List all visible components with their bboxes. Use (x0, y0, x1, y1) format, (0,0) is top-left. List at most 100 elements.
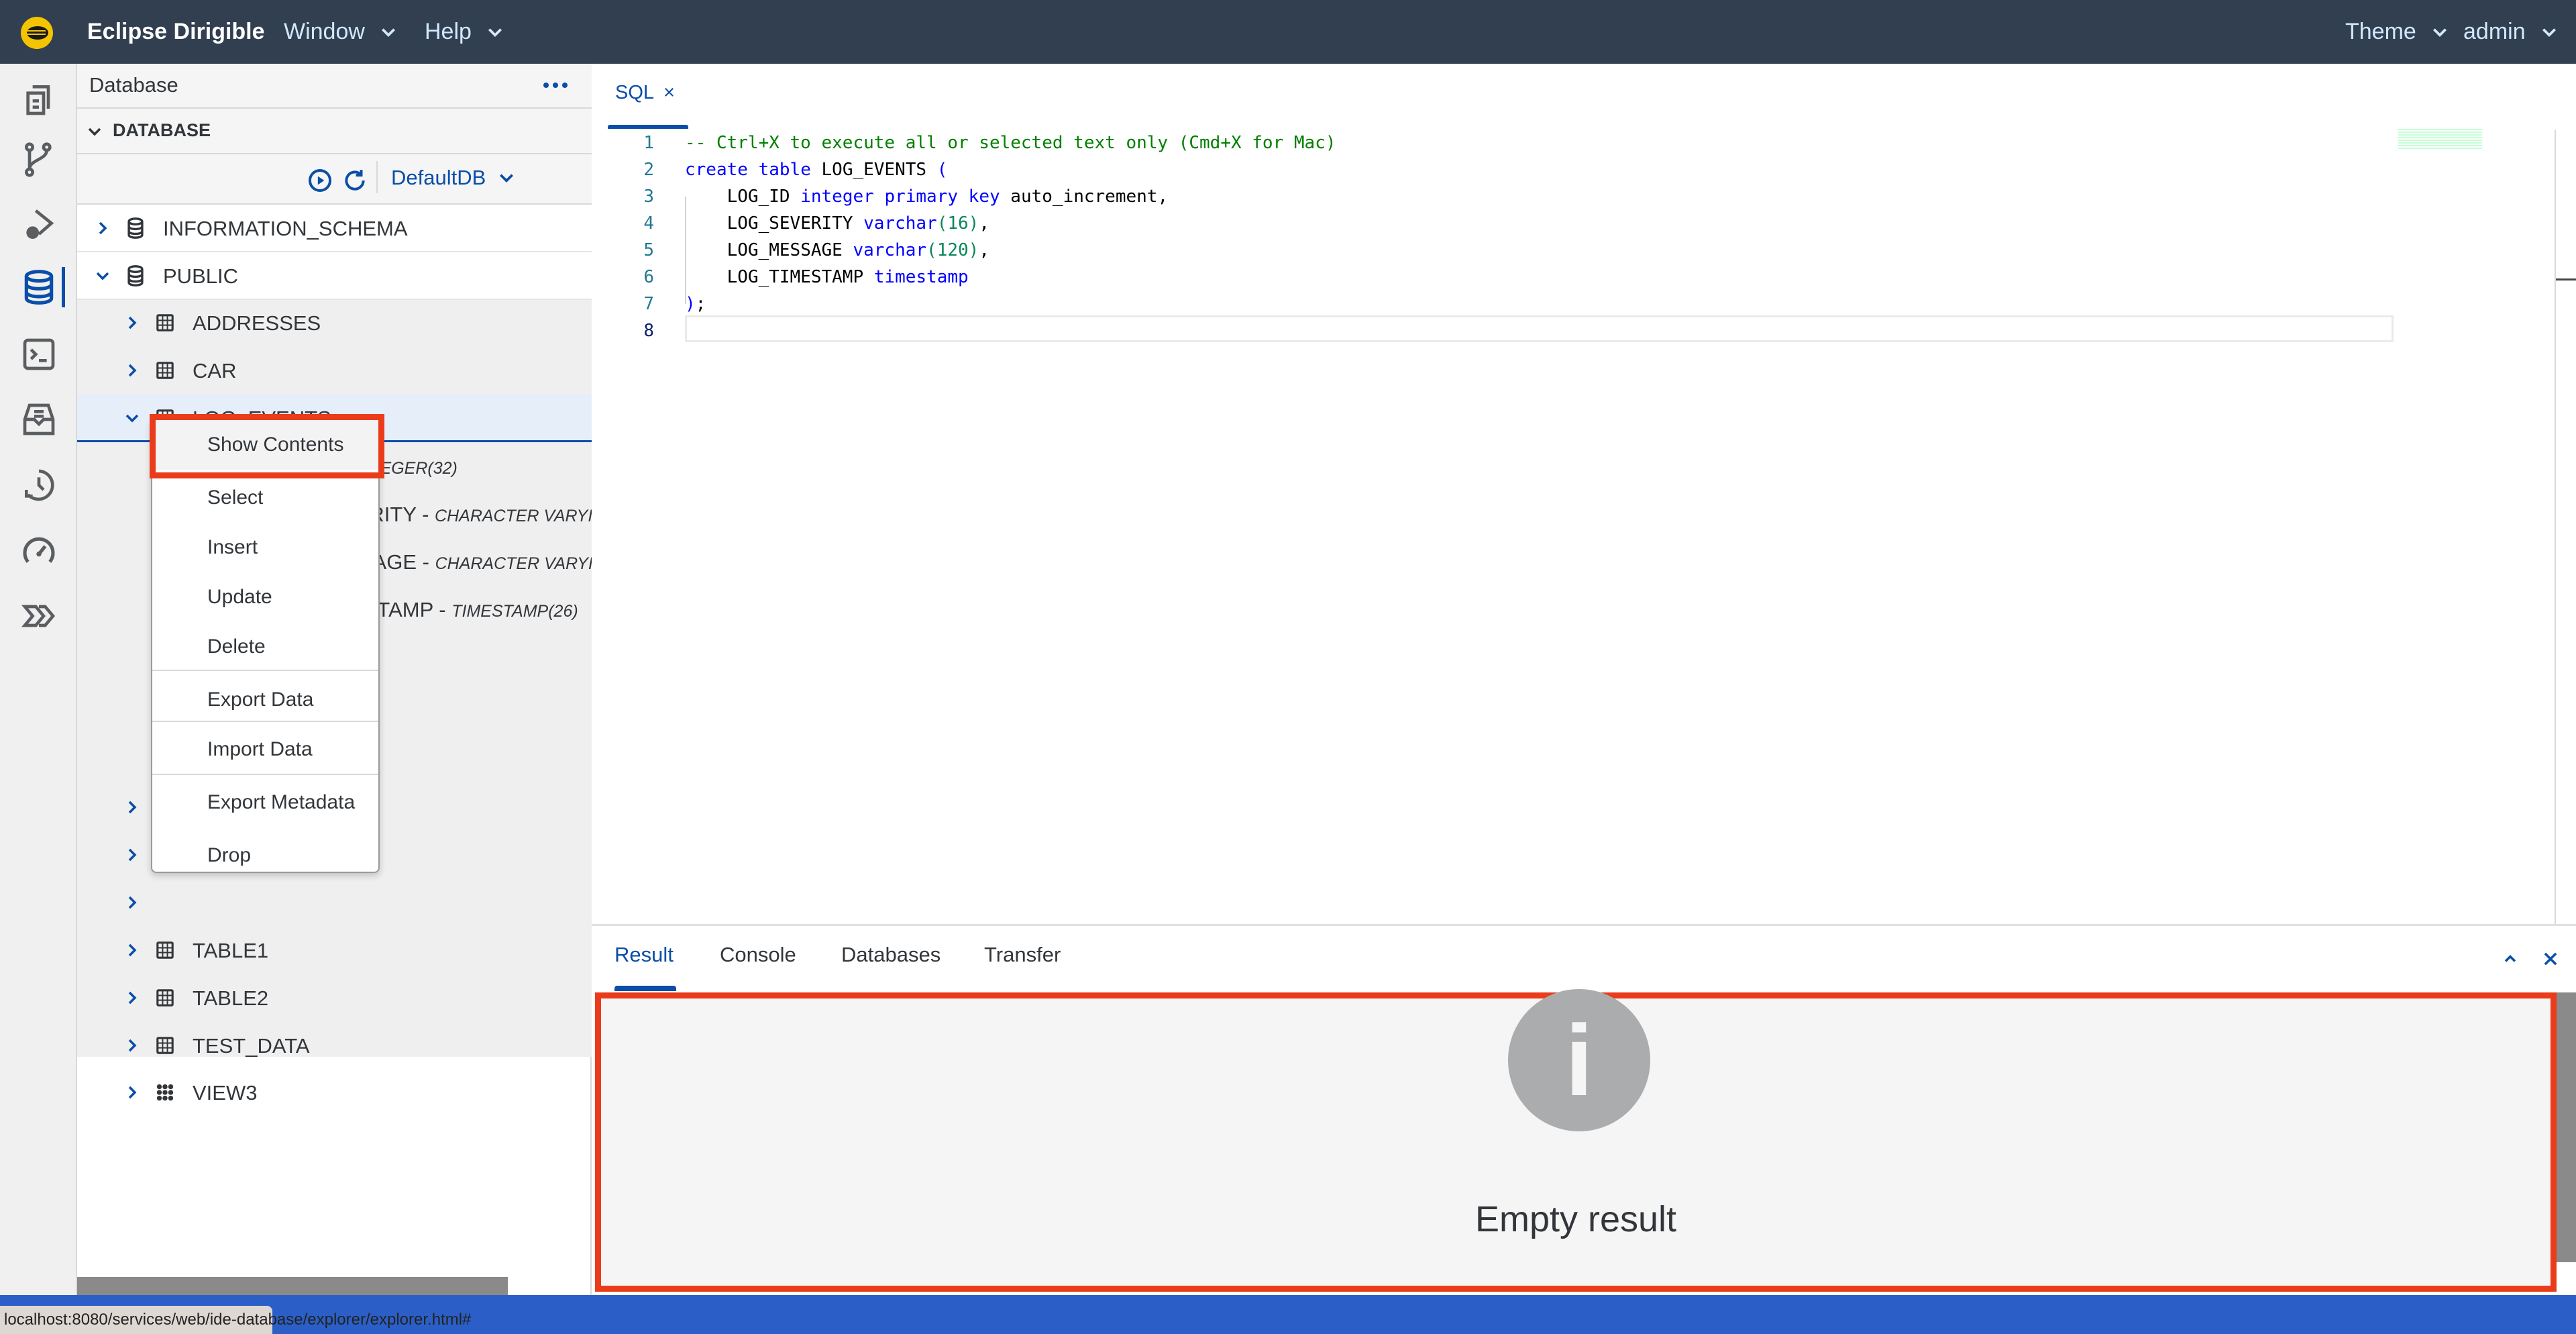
code-line[interactable]: LOG_TIMESTAMP timestamp (685, 264, 969, 291)
info-icon: i (1508, 989, 1650, 1131)
chevron-down-icon[interactable] (95, 268, 111, 284)
chevron-right-icon[interactable] (124, 315, 140, 331)
chevron-right-icon[interactable] (124, 894, 140, 911)
section-title: DATABASE (113, 120, 211, 140)
line-number: 8 (643, 321, 654, 341)
tab-console[interactable]: Console (720, 943, 796, 967)
tab-transfer[interactable]: Transfer (984, 943, 1061, 967)
history-icon[interactable] (20, 466, 58, 504)
menu-separator (152, 774, 378, 775)
app-title[interactable]: Eclipse Dirigible (87, 0, 265, 64)
operations-icon[interactable] (20, 597, 58, 635)
tree-item-schema[interactable]: PUBLIC (77, 252, 592, 300)
more-options-icon[interactable] (542, 79, 569, 92)
toolbar-divider (376, 161, 378, 193)
run-icon[interactable] (307, 168, 333, 193)
schema-icon (127, 217, 144, 239)
menu-help-label: Help (425, 19, 472, 44)
refresh-icon[interactable] (342, 168, 368, 193)
tree-item-label: PUBLIC (163, 264, 238, 288)
tree-item-label: CAR (193, 359, 237, 382)
tree-item-table[interactable]: ADDRESSES (77, 299, 592, 347)
chevron-down-icon (2542, 28, 2556, 37)
line-number: 7 (643, 294, 654, 314)
editor-scrollbar[interactable] (2555, 130, 2556, 925)
theme-menu[interactable]: Theme (2345, 0, 2449, 64)
line-number: 3 (643, 187, 654, 207)
chevron-down-icon (88, 127, 101, 136)
empty-result-message: Empty result (1474, 1199, 1677, 1239)
explorer-header: Database (77, 64, 592, 109)
tree-item-view[interactable]: VIEW3 (77, 1069, 592, 1117)
inbox-icon[interactable] (20, 401, 58, 438)
panel-divider[interactable] (592, 924, 2576, 926)
tree-item-table[interactable]: TABLE1 (77, 927, 592, 974)
chevron-right-icon[interactable] (124, 362, 140, 378)
workspace-icon[interactable] (20, 81, 58, 118)
tree-item-label: ADDRESSES (193, 311, 321, 335)
user-menu[interactable]: admin (2463, 0, 2558, 64)
close-panel-icon[interactable] (2541, 950, 2560, 968)
code-line[interactable]: LOG_ID integer primary key auto_incremen… (685, 183, 1168, 210)
chevron-right-icon[interactable] (124, 942, 140, 958)
debug-icon[interactable] (20, 206, 58, 244)
tree-item-schema[interactable]: INFORMATION_SCHEMA (77, 205, 592, 252)
close-tab-icon[interactable]: × (663, 82, 675, 104)
tree-item-label: INFORMATION_SCHEMA (163, 217, 408, 240)
tree-item-table[interactable]: TEST_DATA (77, 1022, 592, 1070)
tree-item-table[interactable]: TABLE2 (77, 974, 592, 1022)
line-number: 6 (643, 267, 654, 287)
chevron-right-icon[interactable] (124, 847, 140, 863)
code-line[interactable]: LOG_MESSAGE varchar(120), (685, 237, 989, 264)
result-scrollbar[interactable] (2557, 992, 2576, 1262)
tree-item-label: VIEW3 (193, 1081, 258, 1105)
theme-label: Theme (2345, 19, 2416, 44)
performance-icon[interactable] (20, 532, 58, 570)
code-line[interactable]: LOG_SEVERITY varchar(16), (685, 210, 989, 237)
chevron-right-icon[interactable] (124, 1037, 140, 1054)
chevron-right-icon[interactable] (124, 1084, 140, 1100)
chevron-down-icon (500, 174, 514, 183)
chevron-right-icon[interactable] (124, 799, 140, 815)
tab-databases[interactable]: Databases (841, 943, 941, 967)
line-number: 2 (643, 160, 654, 180)
tab-result[interactable]: Result (614, 943, 674, 967)
minimap[interactable] (2398, 129, 2482, 149)
chevron-down-icon[interactable] (124, 410, 140, 426)
menu-item-export-metadata[interactable]: Export Metadata (152, 778, 378, 827)
chevron-up-icon[interactable] (2501, 950, 2520, 968)
table-icon (156, 314, 174, 331)
menu-help[interactable]: Help (425, 0, 504, 64)
result-tab-indicator (614, 986, 676, 991)
chevron-right-icon[interactable] (124, 990, 140, 1006)
tree-item-table[interactable] (77, 879, 592, 927)
menu-separator (152, 670, 378, 671)
table-icon (156, 989, 174, 1007)
menu-item-update[interactable]: Update (152, 572, 378, 622)
dirigible-logo-icon (21, 17, 53, 49)
active-indicator (62, 267, 65, 307)
view-icon (156, 1084, 174, 1101)
code-line[interactable]: create table LOG_EVENTS ( (685, 156, 947, 183)
database-icon[interactable] (20, 268, 58, 306)
menu-item-delete[interactable]: Delete (152, 622, 378, 672)
menu-item-import-data[interactable]: Import Data (152, 725, 378, 774)
datasource-select[interactable]: DefaultDB (391, 166, 515, 190)
code-line[interactable]: ); (685, 291, 706, 317)
menu-item-select[interactable]: Select (152, 473, 378, 523)
line-number: 4 (643, 213, 654, 234)
git-icon[interactable] (20, 141, 58, 178)
code-line[interactable]: -- Ctrl+X to execute all or selected tex… (685, 130, 1336, 156)
scroll-marker (2556, 278, 2576, 280)
database-section-header[interactable]: DATABASE (77, 109, 592, 154)
horizontal-scrollbar[interactable] (77, 1277, 508, 1295)
tab-sql[interactable]: SQL × (615, 82, 675, 104)
chevron-right-icon[interactable] (95, 220, 111, 236)
menu-item-drop[interactable]: Drop (152, 831, 378, 880)
activity-bar (0, 64, 77, 1295)
menu-window[interactable]: Window (284, 0, 397, 64)
menu-item-export-data[interactable]: Export Data (152, 675, 378, 725)
terminal-icon[interactable] (20, 336, 58, 373)
tree-item-table[interactable]: CAR (77, 347, 592, 395)
menu-item-insert[interactable]: Insert (152, 523, 378, 572)
